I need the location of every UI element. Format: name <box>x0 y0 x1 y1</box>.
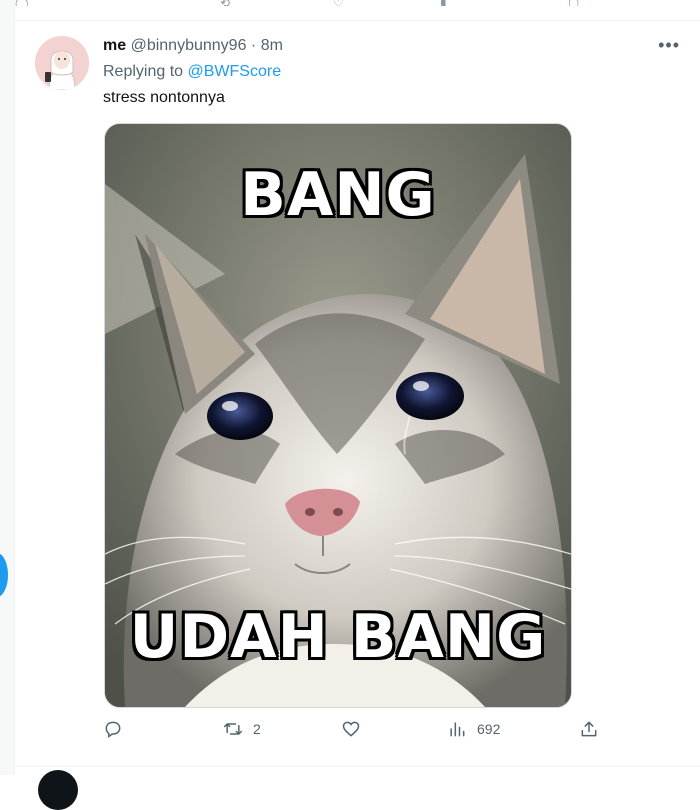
avatar-illustration <box>35 36 89 90</box>
replying-prefix: Replying to <box>103 63 188 80</box>
tweet-actions: 2 692 <box>103 719 597 745</box>
next-tweet-avatar[interactable] <box>38 770 78 810</box>
tweet-header: me @binnybunny96 · 8m <box>103 36 283 56</box>
tweet-text: stress nontonnya <box>103 89 225 106</box>
avatar[interactable] <box>35 36 89 90</box>
like-icon[interactable]: ♡ <box>333 0 344 6</box>
retweet-icon[interactable]: ⟲ <box>220 0 230 6</box>
retweet-count: 2 <box>253 721 261 737</box>
previous-tweet-actions: ◯ ⟲ ♡ ▮ ▢ <box>15 0 700 21</box>
tweet-image[interactable]: BANG UDAH BANG <box>104 123 572 708</box>
replying-to: Replying to @BWFScore <box>103 62 281 82</box>
more-icon[interactable]: ••• <box>658 35 680 56</box>
reply-button[interactable] <box>103 719 133 739</box>
tweet-divider <box>15 766 700 767</box>
views-icon[interactable]: ▮ <box>440 0 447 6</box>
views-button[interactable]: 692 <box>447 719 500 739</box>
heart-icon <box>342 721 360 737</box>
user-handle[interactable]: @binnybunny96 <box>131 37 247 54</box>
left-gutter <box>0 0 15 775</box>
mention-link[interactable]: @BWFScore <box>188 63 282 80</box>
share-icon[interactable]: ▢ <box>568 0 579 6</box>
timestamp[interactable]: 8m <box>261 37 283 54</box>
reply-icon[interactable]: ◯ <box>15 0 28 6</box>
retweet-button[interactable]: 2 <box>223 719 261 739</box>
share-icon <box>581 721 597 737</box>
share-button[interactable] <box>579 719 599 739</box>
separator-dot: · <box>250 37 257 54</box>
meme-bottom-text: UDAH BANG <box>129 602 547 672</box>
display-name[interactable]: me <box>103 37 126 54</box>
views-count: 692 <box>477 721 501 737</box>
meme-top-text: BANG <box>240 160 436 230</box>
views-icon <box>450 722 465 737</box>
retweet-icon <box>223 723 243 735</box>
like-button[interactable] <box>341 719 371 739</box>
reply-icon <box>105 721 121 738</box>
tweet-card[interactable]: me @binnybunny96 · 8m ••• Replying to @B… <box>15 21 700 766</box>
